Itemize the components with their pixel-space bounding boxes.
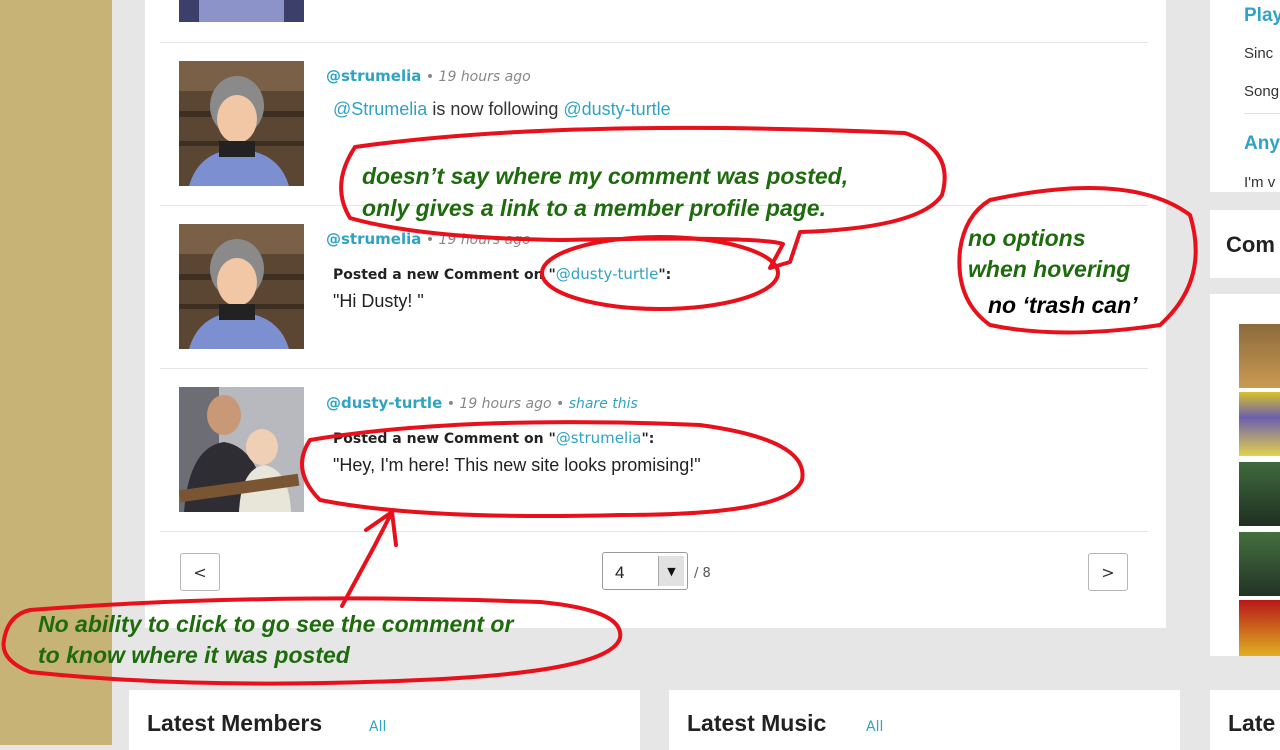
prev-page-button[interactable]: < xyxy=(180,553,220,591)
right-thumbnails xyxy=(1210,294,1280,656)
thumbnail-image[interactable] xyxy=(1239,600,1280,656)
card-title: Late xyxy=(1228,710,1276,736)
feed-meta: @dusty-turtle • 19 hours ago • share thi… xyxy=(326,394,638,412)
timestamp: • 19 hours ago • xyxy=(442,396,569,412)
page-total: / 8 xyxy=(694,566,711,581)
widget-link[interactable]: Play xyxy=(1244,5,1280,27)
member-link[interactable]: @Strumelia xyxy=(333,99,427,119)
next-page-button[interactable]: > xyxy=(1088,553,1128,591)
annotation-note: doesn’t say where my comment was posted, xyxy=(362,163,849,189)
all-link[interactable]: All xyxy=(369,719,386,735)
widget-title: Com xyxy=(1226,232,1275,257)
feed-meta: @strumelia • 19 hours ago xyxy=(326,230,531,248)
latest-music-card: Latest Music All xyxy=(669,690,1180,750)
thumbnail-image[interactable] xyxy=(1239,462,1280,526)
dropdown-arrow-icon[interactable]: ▼ xyxy=(658,556,684,586)
username-link[interactable]: @dusty-turtle xyxy=(326,394,442,412)
thumbnail-image[interactable] xyxy=(1239,532,1280,596)
comment-text: "Hi Dusty! " xyxy=(333,291,424,311)
avatar[interactable] xyxy=(179,0,304,22)
widget-text: Song xyxy=(1244,83,1280,100)
activity-text: @Strumelia is now following @dusty-turtl… xyxy=(333,99,671,120)
username-link[interactable]: @strumelia xyxy=(326,67,421,85)
avatar-dusty-turtle[interactable] xyxy=(179,387,304,512)
avatar-strumelia[interactable] xyxy=(179,61,304,186)
feed-meta: @strumelia • 19 hours ago xyxy=(326,67,531,85)
posted-prefix: Posted a new Comment on " xyxy=(333,267,556,283)
latest-card: Late xyxy=(1210,690,1280,750)
comment-header: Posted a new Comment on "@dusty-turtle": xyxy=(333,265,671,283)
member-link[interactable]: @dusty-turtle xyxy=(563,99,670,119)
share-link[interactable]: share this xyxy=(569,396,638,412)
posted-suffix: ": xyxy=(658,267,672,283)
comment-text: "Hey, I'm here! This new site looks prom… xyxy=(333,455,701,475)
latest-members-card: Latest Members All xyxy=(129,690,640,750)
card-title: Latest Members xyxy=(147,710,323,736)
annotation-note: no options xyxy=(968,225,1086,251)
thumbnail-image[interactable] xyxy=(1239,324,1280,388)
feed-divider xyxy=(160,531,1148,532)
thumbnail-image[interactable] xyxy=(1239,392,1280,456)
feed-divider xyxy=(160,368,1148,369)
annotation-note: no ‘trash can’ xyxy=(988,292,1138,318)
right-widget: Play Sinc Song Any I'm v xyxy=(1210,0,1280,192)
timestamp: • 19 hours ago xyxy=(421,69,531,85)
right-widget-header: Com xyxy=(1210,210,1280,278)
member-link[interactable]: @dusty-turtle xyxy=(556,265,659,283)
member-link[interactable]: @strumelia xyxy=(556,429,642,447)
page-select[interactable]: 4 ▼ xyxy=(602,552,688,590)
posted-suffix: ": xyxy=(641,431,655,447)
annotation-note: when hovering xyxy=(968,256,1131,282)
comment-header: Posted a new Comment on "@strumelia": xyxy=(333,429,654,447)
widget-link[interactable]: Any xyxy=(1244,133,1280,155)
timestamp: • 19 hours ago xyxy=(421,232,531,248)
widget-text: Sinc xyxy=(1244,45,1274,62)
annotation-note: only gives a link to a member profile pa… xyxy=(362,195,826,221)
avatar-strumelia[interactable] xyxy=(179,224,304,349)
activity-verb: is now following xyxy=(427,99,564,119)
widget-text: I'm v xyxy=(1244,174,1276,191)
page-select-value: 4 xyxy=(615,563,625,582)
card-title: Latest Music xyxy=(687,710,827,736)
username-link[interactable]: @strumelia xyxy=(326,230,421,248)
all-link[interactable]: All xyxy=(866,719,883,735)
posted-prefix: Posted a new Comment on " xyxy=(333,431,556,447)
annotation-note: to know where it was posted xyxy=(38,642,350,668)
annotation-note: No ability to click to go see the commen… xyxy=(38,611,514,637)
feed-divider xyxy=(160,42,1148,43)
